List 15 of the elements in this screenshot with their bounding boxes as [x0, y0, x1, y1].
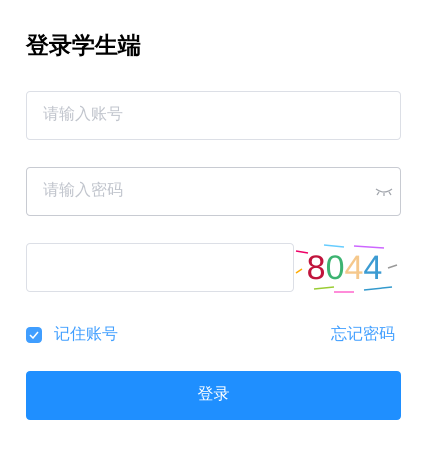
- remember-label: 记住账号: [54, 324, 118, 344]
- captcha-image[interactable]: 8044: [294, 242, 395, 292]
- checkmark-icon: [29, 330, 39, 338]
- password-field[interactable]: 请输入密码: [26, 166, 401, 216]
- remember-checkbox[interactable]: [26, 326, 42, 342]
- captcha-character: 8: [306, 250, 326, 284]
- forgot-password-link[interactable]: 忘记密码: [331, 322, 395, 346]
- login-button[interactable]: 登录: [26, 370, 401, 420]
- captcha-character: 4: [344, 250, 364, 284]
- page-title: 登录学生端: [26, 31, 142, 60]
- account-field[interactable]: 请输入账号: [26, 90, 401, 140]
- eye-closed-icon[interactable]: [375, 188, 393, 196]
- captcha-character: 0: [326, 250, 344, 284]
- captcha-character: 4: [363, 250, 382, 284]
- captcha-field[interactable]: [26, 243, 294, 292]
